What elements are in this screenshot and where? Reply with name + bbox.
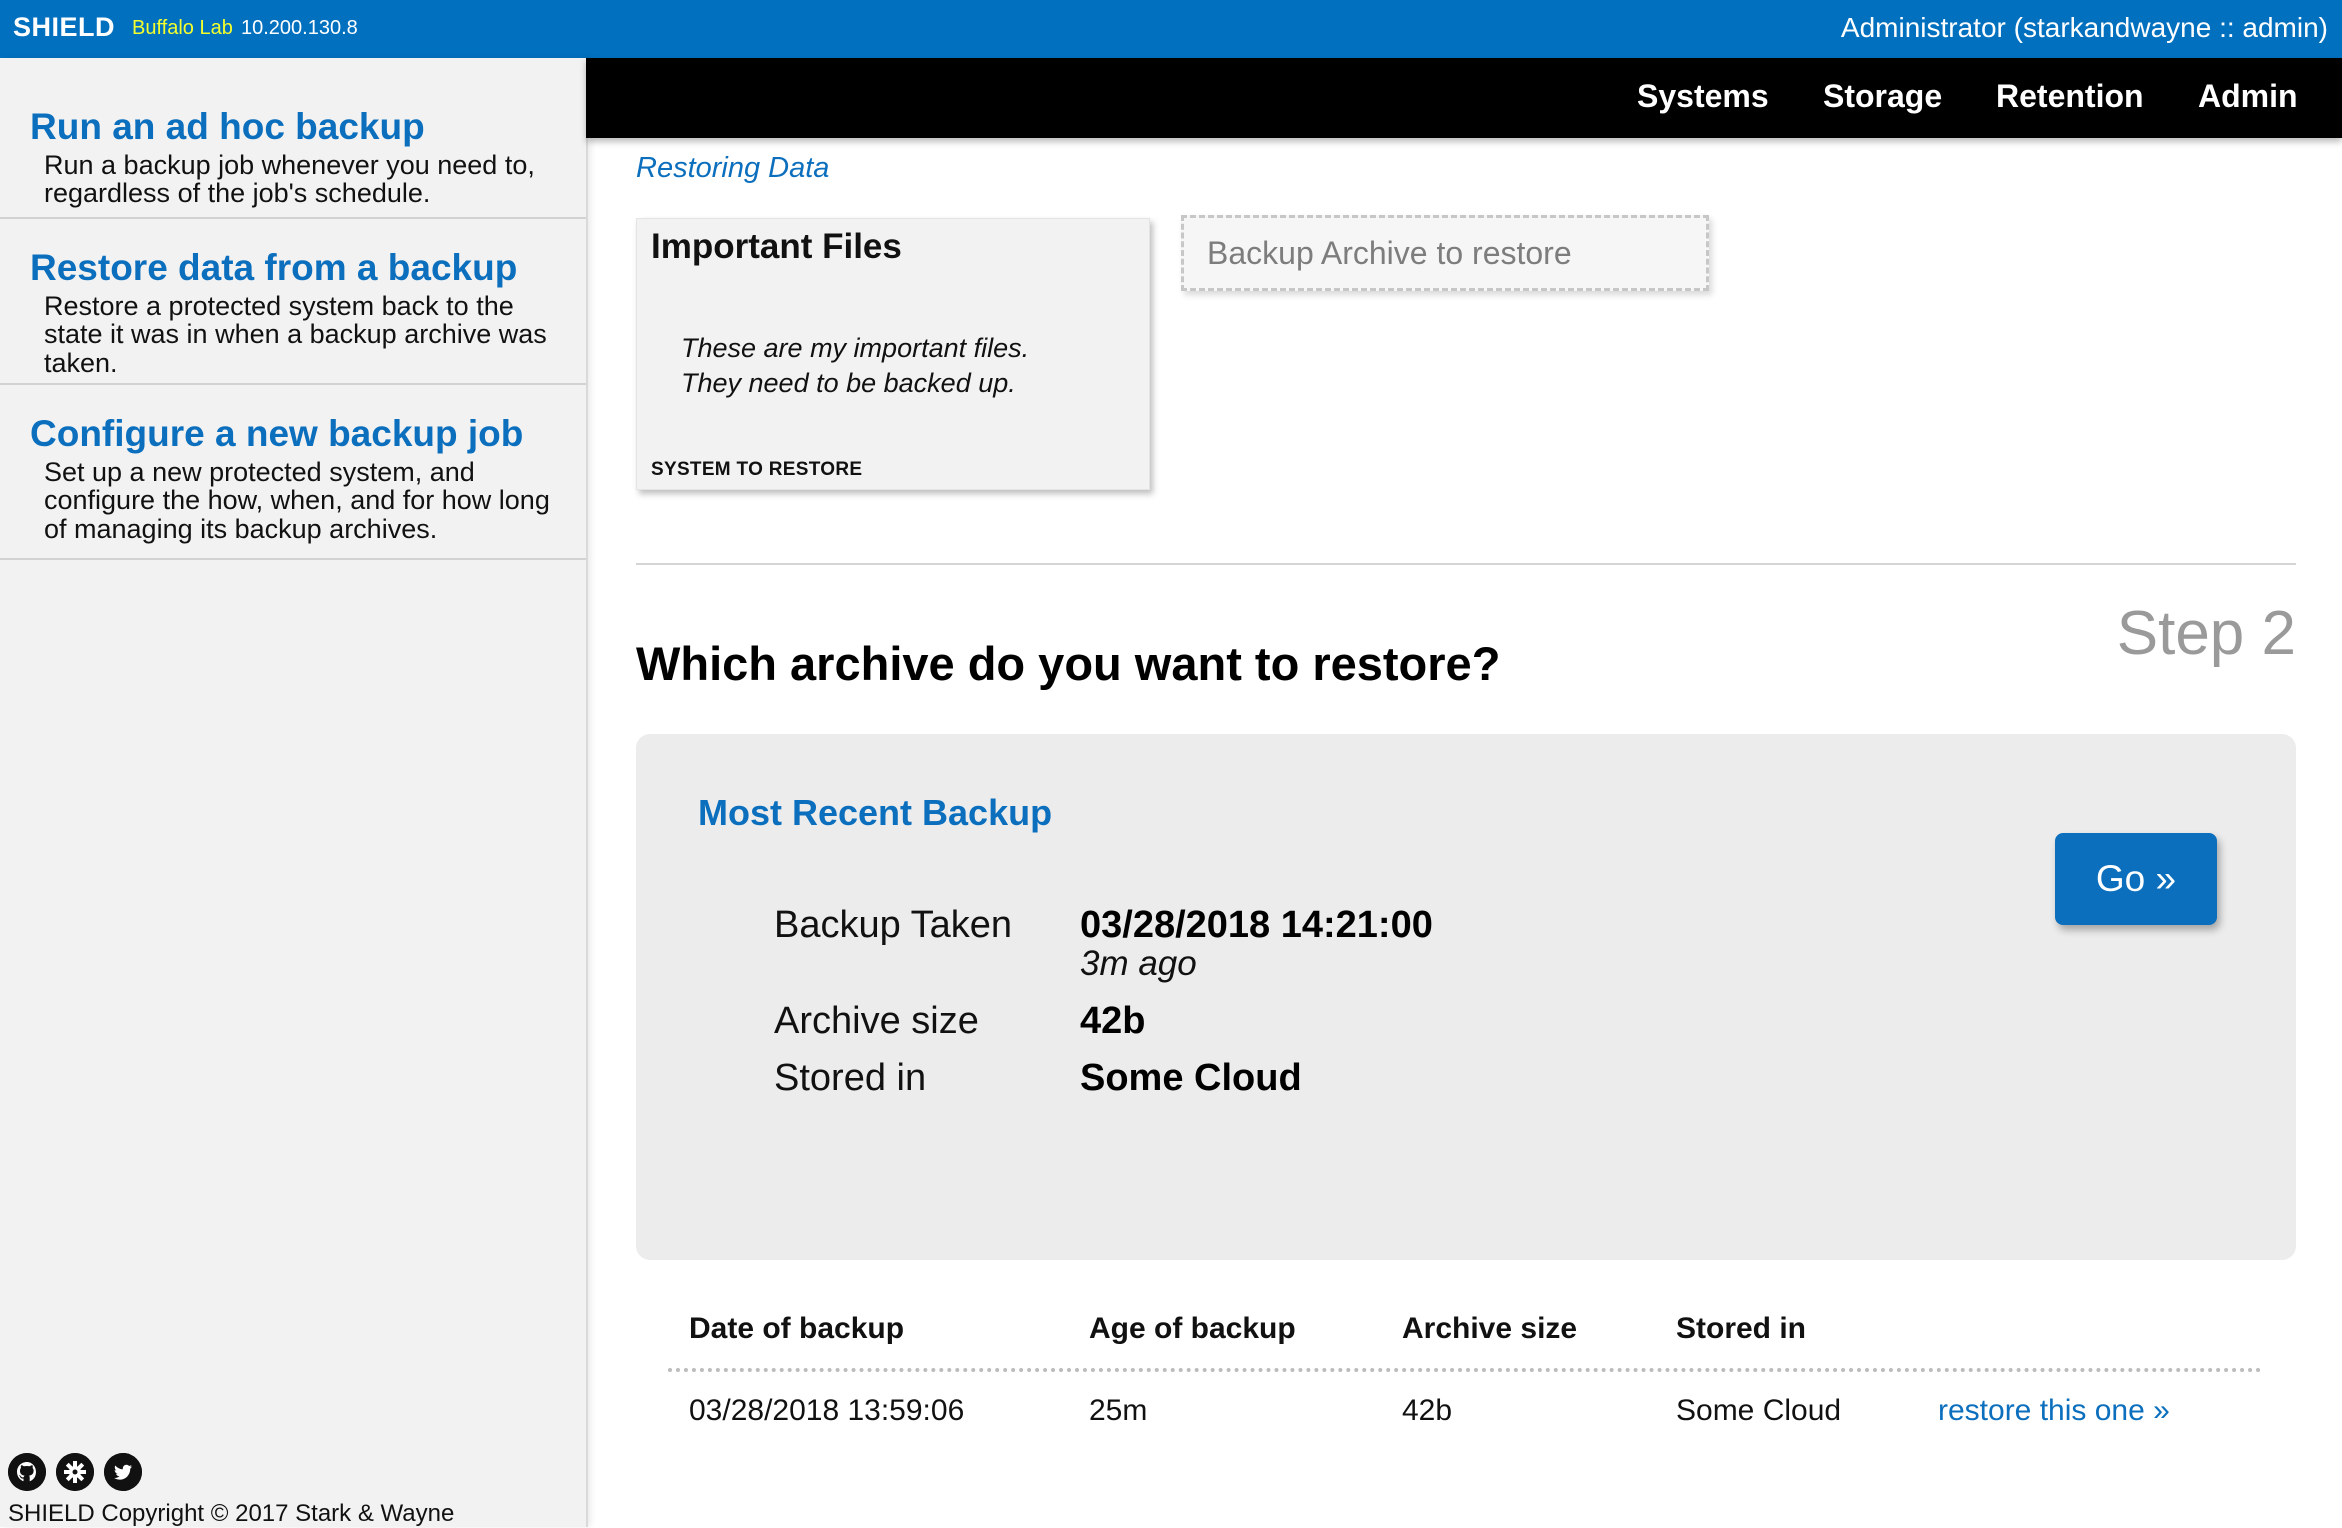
- backup-taken-value: 03/28/2018 14:21:00: [1080, 904, 1433, 946]
- archive-size-value: 42b: [1080, 1000, 1146, 1042]
- nav-retention[interactable]: Retention: [1996, 78, 2144, 115]
- step-indicator: Step 2: [2116, 599, 2296, 668]
- nav-storage[interactable]: Storage: [1823, 78, 1942, 115]
- system-card-label: SYSTEM TO RESTORE: [651, 459, 863, 480]
- system-description-line: These are my important files.: [681, 333, 1030, 363]
- brand-logo[interactable]: SHIELD: [13, 12, 115, 43]
- nav-admin[interactable]: Admin: [2198, 78, 2298, 115]
- system-name: Important Files: [651, 227, 902, 266]
- system-description: These are my important files. They need …: [681, 331, 1121, 401]
- backup-date-cell: 03/28/2018 13:59:06: [689, 1394, 965, 1427]
- go-button[interactable]: Go »: [2055, 833, 2217, 925]
- column-header-age: Age of backup: [1089, 1312, 1296, 1345]
- sidebar-item-restore[interactable]: Restore data from a backup Restore a pro…: [0, 219, 586, 385]
- environment-ip: 10.200.130.8: [241, 17, 358, 39]
- github-icon[interactable]: [8, 1453, 46, 1491]
- sidebar-item-title[interactable]: Run an ad hoc backup: [30, 108, 566, 145]
- sidebar-item-title[interactable]: Configure a new backup job: [30, 415, 566, 452]
- social-links: [8, 1453, 142, 1491]
- column-header-date: Date of backup: [689, 1312, 905, 1345]
- copyright-text: SHIELD Copyright © 2017 Stark & Wayne: [8, 1500, 455, 1527]
- sidebar-item-description: Run a backup job whenever you need to, r…: [44, 150, 535, 209]
- backup-size-cell: 42b: [1402, 1394, 1453, 1427]
- environment-name: Buffalo Lab: [132, 17, 233, 39]
- restore-this-one-link[interactable]: restore this one »: [1938, 1394, 2170, 1428]
- top-bar: SHIELD Buffalo Lab 10.200.130.8 Administ…: [0, 0, 2342, 58]
- backup-taken-ago: 3m ago: [1080, 944, 1197, 983]
- stored-in-label: Stored in: [774, 1057, 927, 1099]
- most-recent-backup-title: Most Recent Backup: [698, 792, 1053, 833]
- system-to-restore-card[interactable]: Important Files These are my important f…: [636, 218, 1150, 490]
- sidebar-item-title[interactable]: Restore data from a backup: [30, 249, 566, 286]
- nav-systems[interactable]: Systems: [1637, 78, 1769, 115]
- sidebar-item-description: Set up a new protected system, and confi…: [44, 457, 550, 544]
- sidebar-item-description: Restore a protected system back to the s…: [44, 291, 547, 378]
- archive-drop-target[interactable]: Backup Archive to restore: [1181, 215, 1709, 291]
- main-nav: Systems Storage Retention Admin: [586, 58, 2342, 138]
- settings-icon[interactable]: [56, 1453, 94, 1491]
- sidebar: Run an ad hoc backup Run a backup job wh…: [0, 58, 588, 1527]
- page-question: Which archive do you want to restore?: [636, 637, 1501, 690]
- sidebar-item-adhoc-backup[interactable]: Run an ad hoc backup Run a backup job wh…: [0, 58, 586, 219]
- twitter-icon[interactable]: [104, 1453, 142, 1491]
- section-divider: [636, 563, 2296, 565]
- column-header-store: Stored in: [1676, 1312, 1807, 1345]
- breadcrumb[interactable]: Restoring Data: [636, 152, 829, 185]
- stored-in-value: Some Cloud: [1080, 1057, 1302, 1099]
- backup-taken-label: Backup Taken: [774, 904, 1013, 946]
- user-menu[interactable]: Administrator (starkandwayne :: admin): [1841, 12, 2328, 44]
- most-recent-backup-panel: Most Recent Backup Backup Taken 03/28/20…: [636, 734, 2296, 1260]
- backup-age-cell: 25m: [1089, 1394, 1148, 1427]
- table-header-rule: [668, 1368, 2262, 1372]
- backup-store-cell: Some Cloud: [1676, 1394, 1842, 1427]
- system-description-line: They need to be backed up.: [681, 368, 1016, 399]
- archive-placeholder-text: Backup Archive to restore: [1207, 235, 1572, 271]
- archive-size-label: Archive size: [774, 1000, 979, 1042]
- column-header-size: Archive size: [1402, 1312, 1578, 1345]
- sidebar-item-configure-job[interactable]: Configure a new backup job Set up a new …: [0, 385, 586, 560]
